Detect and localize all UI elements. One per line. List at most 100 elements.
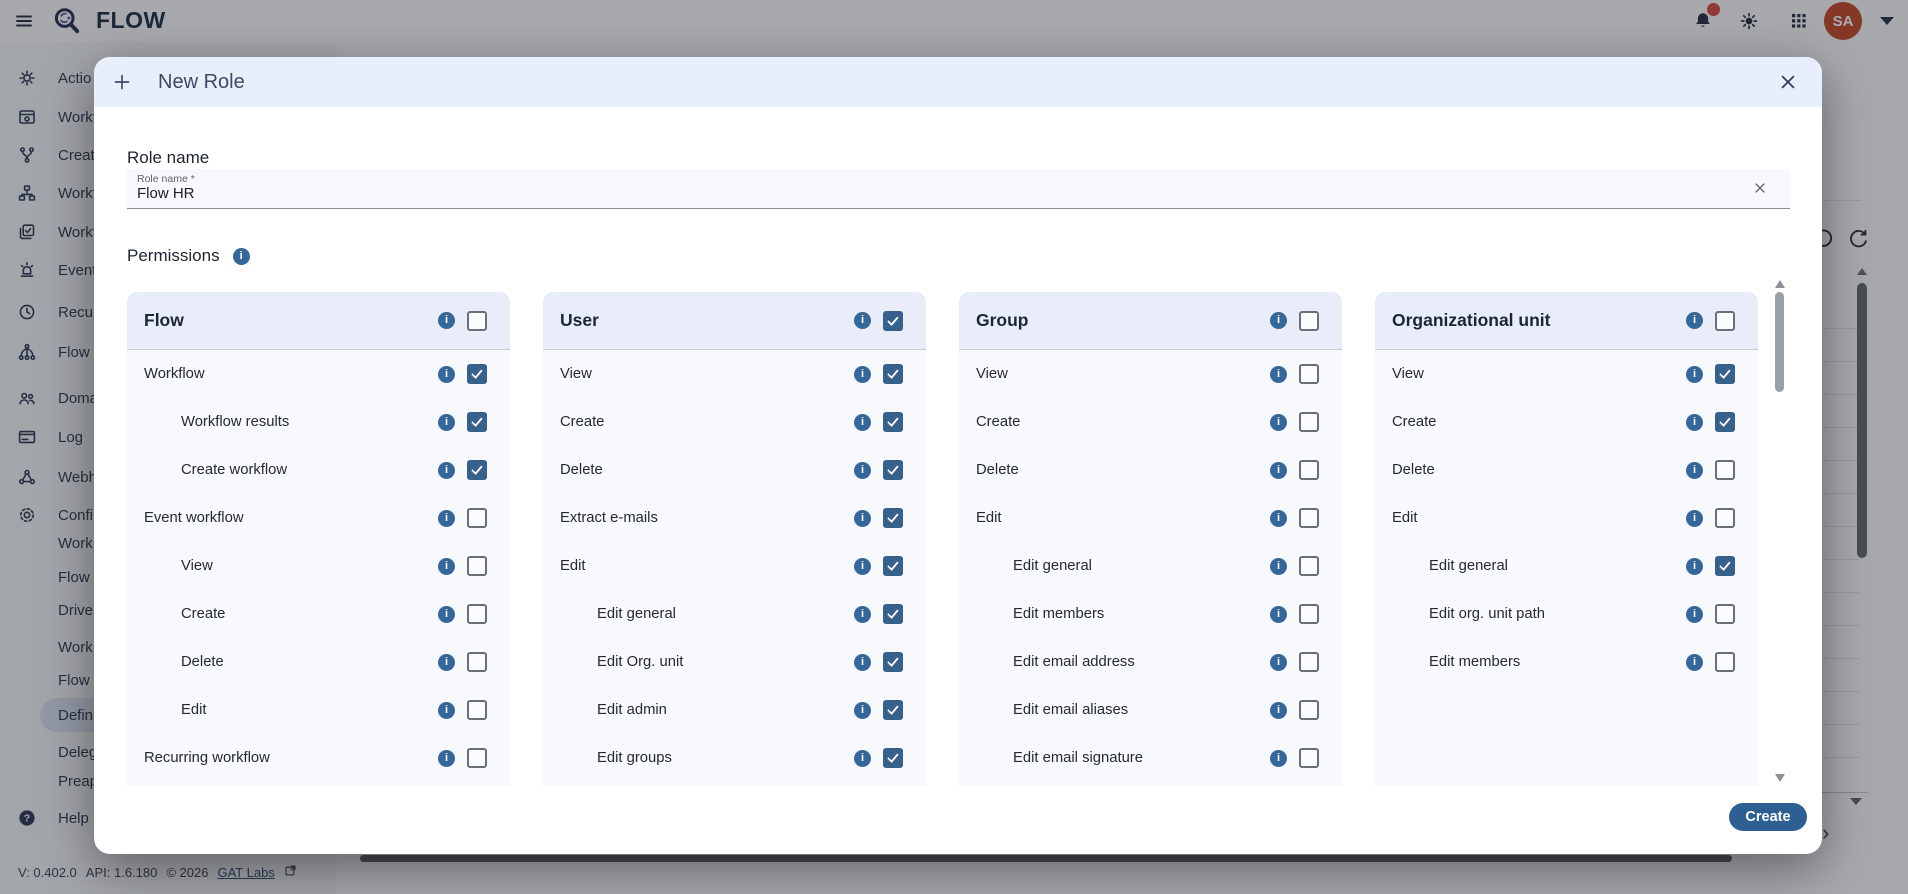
column-header: Organizational unit i bbox=[1375, 292, 1758, 350]
user-edit-groups-checkbox[interactable] bbox=[883, 748, 903, 768]
info-icon[interactable]: i bbox=[438, 557, 455, 575]
group-create-checkbox[interactable] bbox=[1299, 412, 1319, 432]
group-view-checkbox[interactable] bbox=[1299, 364, 1319, 384]
info-icon[interactable]: i bbox=[854, 413, 871, 431]
flow-checkbox[interactable] bbox=[467, 310, 487, 331]
group-edit-email-address-checkbox[interactable] bbox=[1299, 652, 1319, 672]
organizational-unit-edit-general-checkbox[interactable] bbox=[1715, 556, 1735, 576]
info-icon[interactable]: i bbox=[438, 701, 455, 719]
flow-recurring-workflow-checkbox[interactable] bbox=[467, 748, 487, 768]
info-icon[interactable]: i bbox=[1270, 413, 1287, 431]
info-icon[interactable]: i bbox=[854, 749, 871, 767]
permission-label: Edit bbox=[1392, 510, 1418, 526]
info-icon[interactable]: i bbox=[232, 247, 250, 265]
column-title: User bbox=[560, 310, 599, 330]
flow-view-checkbox[interactable] bbox=[467, 556, 487, 576]
info-icon[interactable]: i bbox=[1270, 509, 1287, 527]
user-edit-admin-checkbox[interactable] bbox=[883, 700, 903, 720]
info-icon[interactable]: i bbox=[438, 461, 455, 479]
organizational-unit-view-checkbox[interactable] bbox=[1715, 364, 1735, 384]
info-icon[interactable]: i bbox=[1686, 312, 1703, 329]
info-icon[interactable]: i bbox=[1686, 413, 1703, 431]
organizational-unit-edit-org-unit-path-checkbox[interactable] bbox=[1715, 604, 1735, 624]
info-icon[interactable]: i bbox=[854, 509, 871, 527]
column-body: View i Create i Delete i Extract e-mails i Edit i… bbox=[543, 350, 926, 786]
close-icon[interactable] bbox=[1779, 73, 1797, 91]
organizational-unit-checkbox[interactable] bbox=[1715, 310, 1735, 331]
permission-row: Recurring workflow i bbox=[127, 734, 510, 782]
info-icon[interactable]: i bbox=[854, 312, 871, 329]
info-icon[interactable]: i bbox=[1270, 605, 1287, 623]
permission-label: Edit email aliases bbox=[1013, 702, 1129, 718]
organizational-unit-delete-checkbox[interactable] bbox=[1715, 460, 1735, 480]
permission-row: Workflow i bbox=[127, 350, 510, 398]
group-edit-checkbox[interactable] bbox=[1299, 508, 1319, 528]
user-edit-general-checkbox[interactable] bbox=[883, 604, 903, 624]
user-delete-checkbox[interactable] bbox=[883, 460, 903, 480]
info-icon[interactable]: i bbox=[438, 365, 455, 383]
column-header: User i bbox=[543, 292, 926, 350]
info-icon[interactable]: i bbox=[854, 605, 871, 623]
user-edit-org-unit-checkbox[interactable] bbox=[883, 652, 903, 672]
column-title: Flow bbox=[144, 310, 184, 330]
role-name-input[interactable] bbox=[137, 185, 557, 202]
info-icon[interactable]: i bbox=[1270, 461, 1287, 479]
flow-workflow-checkbox[interactable] bbox=[467, 364, 487, 384]
permission-label: Workflow results bbox=[181, 414, 290, 430]
info-icon[interactable]: i bbox=[854, 653, 871, 671]
flow-create-workflow-checkbox[interactable] bbox=[467, 460, 487, 480]
role-name-field[interactable]: Role name * bbox=[127, 169, 1790, 209]
organizational-unit-edit-members-checkbox[interactable] bbox=[1715, 652, 1735, 672]
user-view-checkbox[interactable] bbox=[883, 364, 903, 384]
info-icon[interactable]: i bbox=[1686, 557, 1703, 575]
scroll-down-arrow-icon[interactable] bbox=[1775, 774, 1785, 782]
create-button[interactable]: Create bbox=[1729, 803, 1807, 831]
permission-row: Edit general i bbox=[543, 590, 926, 638]
info-icon[interactable]: i bbox=[1270, 312, 1287, 329]
user-edit-checkbox[interactable] bbox=[883, 556, 903, 576]
flow-event-workflow-checkbox[interactable] bbox=[467, 508, 487, 528]
user-checkbox[interactable] bbox=[883, 310, 903, 331]
group-edit-email-signature-checkbox[interactable] bbox=[1299, 748, 1319, 768]
group-delete-checkbox[interactable] bbox=[1299, 460, 1319, 480]
info-icon[interactable]: i bbox=[1270, 653, 1287, 671]
group-edit-members-checkbox[interactable] bbox=[1299, 604, 1319, 624]
info-icon[interactable]: i bbox=[1270, 557, 1287, 575]
info-icon[interactable]: i bbox=[1270, 749, 1287, 767]
info-icon[interactable]: i bbox=[438, 413, 455, 431]
info-icon[interactable]: i bbox=[438, 605, 455, 623]
info-icon[interactable]: i bbox=[854, 701, 871, 719]
info-icon[interactable]: i bbox=[1686, 461, 1703, 479]
info-icon[interactable]: i bbox=[438, 509, 455, 527]
flow-create-checkbox[interactable] bbox=[467, 604, 487, 624]
info-icon[interactable]: i bbox=[438, 653, 455, 671]
user-extract-e-mails-checkbox[interactable] bbox=[883, 508, 903, 528]
user-create-checkbox[interactable] bbox=[883, 412, 903, 432]
info-icon[interactable]: i bbox=[854, 461, 871, 479]
organizational-unit-create-checkbox[interactable] bbox=[1715, 412, 1735, 432]
info-icon[interactable]: i bbox=[438, 749, 455, 767]
group-edit-email-aliases-checkbox[interactable] bbox=[1299, 700, 1319, 720]
group-checkbox[interactable] bbox=[1299, 310, 1319, 331]
info-icon[interactable]: i bbox=[1686, 509, 1703, 527]
info-icon[interactable]: i bbox=[1270, 701, 1287, 719]
info-icon[interactable]: i bbox=[1270, 365, 1287, 383]
info-icon[interactable]: i bbox=[438, 312, 455, 329]
info-icon[interactable]: i bbox=[854, 557, 871, 575]
permission-row: Edit email signature i bbox=[959, 734, 1342, 782]
group-edit-general-checkbox[interactable] bbox=[1299, 556, 1319, 576]
permission-label: Edit bbox=[181, 702, 207, 718]
clear-icon[interactable] bbox=[1752, 180, 1768, 196]
info-icon[interactable]: i bbox=[1686, 365, 1703, 383]
info-icon[interactable]: i bbox=[1686, 653, 1703, 671]
info-icon[interactable]: i bbox=[1686, 605, 1703, 623]
permissions-column-flow: Flow i Workflow i Workflow results i Create wo… bbox=[127, 292, 510, 786]
flow-delete-checkbox[interactable] bbox=[467, 652, 487, 672]
flow-edit-checkbox[interactable] bbox=[467, 700, 487, 720]
info-icon[interactable]: i bbox=[854, 365, 871, 383]
flow-workflow-results-checkbox[interactable] bbox=[467, 412, 487, 432]
scroll-up-arrow-icon[interactable] bbox=[1775, 280, 1785, 288]
organizational-unit-edit-checkbox[interactable] bbox=[1715, 508, 1735, 528]
scrollbar-thumb[interactable] bbox=[1775, 292, 1784, 392]
permission-label: Create bbox=[560, 414, 605, 430]
